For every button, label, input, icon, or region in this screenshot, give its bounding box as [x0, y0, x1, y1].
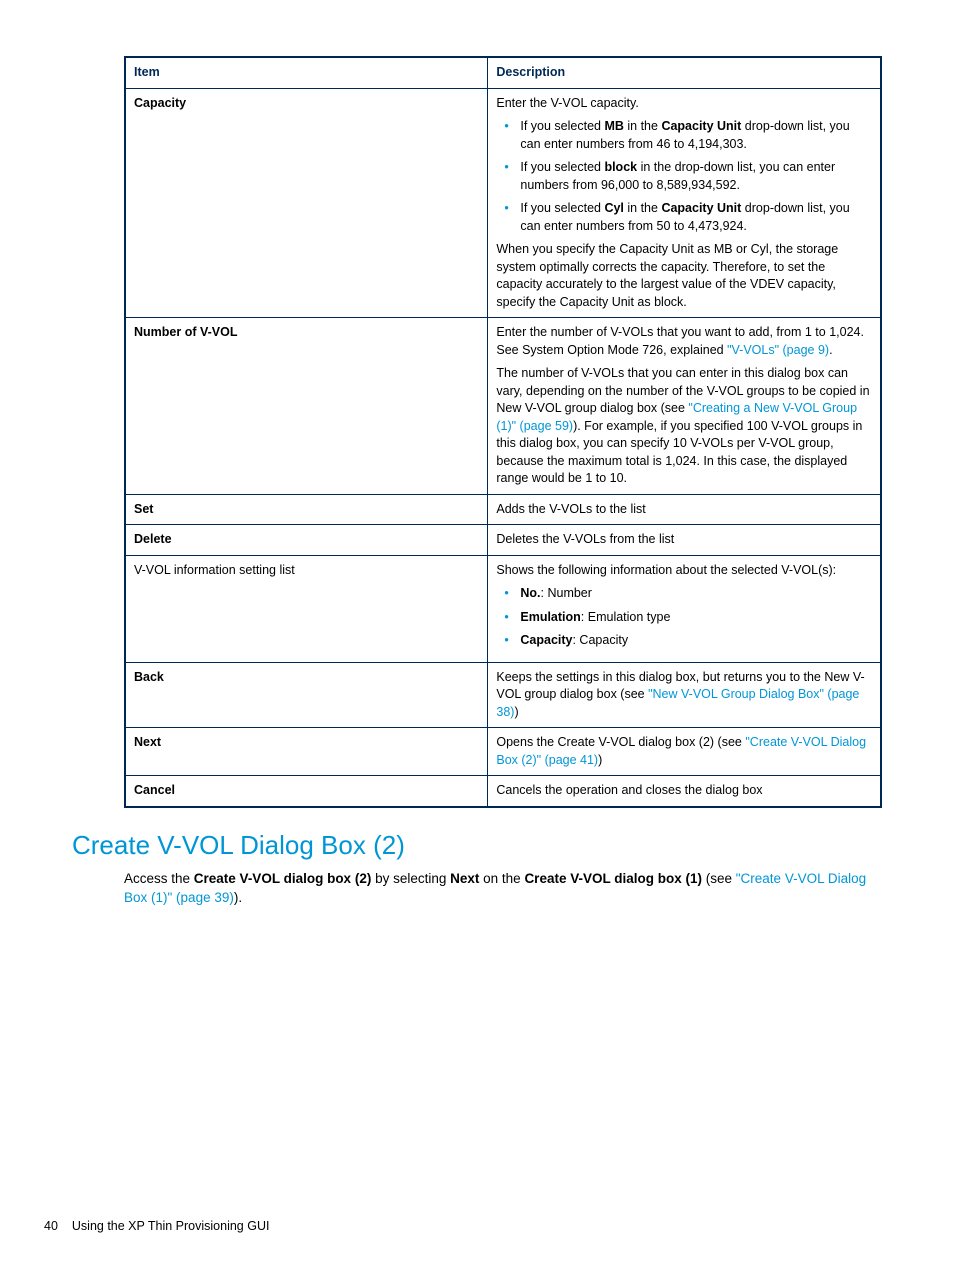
row-cancel-desc: Cancels the operation and closes the dia… — [488, 776, 881, 807]
row-delete-desc: Deletes the V-VOLs from the list — [488, 525, 881, 556]
text: When you specify the Capacity Unit as MB… — [496, 241, 872, 311]
list-item: Capacity: Capacity — [510, 632, 872, 650]
table-row: Capacity Enter the V-VOL capacity. If yo… — [125, 88, 881, 318]
link-vvols-page9[interactable]: "V-VOLs" (page 9) — [727, 343, 829, 357]
row-numvvol-item: Number of V-VOL — [125, 318, 488, 495]
page-footer: 40 Using the XP Thin Provisioning GUI — [44, 1219, 269, 1233]
row-back-item: Back — [125, 662, 488, 728]
row-vvolinfo-item: V-VOL information setting list — [125, 555, 488, 662]
table-row: Set Adds the V-VOLs to the list — [125, 494, 881, 525]
table-row: Next Opens the Create V-VOL dialog box (… — [125, 728, 881, 776]
section-heading-create-vvol-dialog-2: Create V-VOL Dialog Box (2) — [72, 830, 882, 861]
col-header-description: Description — [488, 57, 881, 88]
page-number: 40 — [44, 1219, 58, 1233]
col-header-item: Item — [125, 57, 488, 88]
row-delete-item: Delete — [125, 525, 488, 556]
table-row: Back Keeps the settings in this dialog b… — [125, 662, 881, 728]
list-item: No.: Number — [510, 585, 872, 603]
table-row: V-VOL information setting list Shows the… — [125, 555, 881, 662]
list-item: If you selected MB in the Capacity Unit … — [510, 118, 872, 153]
list-item: If you selected Cyl in the Capacity Unit… — [510, 200, 872, 235]
row-cancel-item: Cancel — [125, 776, 488, 807]
section-intro-paragraph: Access the Create V-VOL dialog box (2) b… — [124, 869, 882, 908]
text: Enter the V-VOL capacity. — [496, 95, 872, 113]
text: Shows the following information about th… — [496, 562, 872, 580]
row-capacity-desc: Enter the V-VOL capacity. If you selecte… — [488, 88, 881, 318]
row-next-item: Next — [125, 728, 488, 776]
row-vvolinfo-desc: Shows the following information about th… — [488, 555, 881, 662]
row-numvvol-desc: Enter the number of V-VOLs that you want… — [488, 318, 881, 495]
item-description-table: Item Description Capacity Enter the V-VO… — [124, 56, 882, 808]
list-item: If you selected block in the drop-down l… — [510, 159, 872, 194]
table-row: Number of V-VOL Enter the number of V-VO… — [125, 318, 881, 495]
row-capacity-item: Capacity — [125, 88, 488, 318]
row-next-desc: Opens the Create V-VOL dialog box (2) (s… — [488, 728, 881, 776]
footer-title: Using the XP Thin Provisioning GUI — [72, 1219, 270, 1233]
list-item: Emulation: Emulation type — [510, 609, 872, 627]
row-set-desc: Adds the V-VOLs to the list — [488, 494, 881, 525]
row-back-desc: Keeps the settings in this dialog box, b… — [488, 662, 881, 728]
table-row: Delete Deletes the V-VOLs from the list — [125, 525, 881, 556]
text: Enter the number of V-VOLs that you want… — [496, 324, 872, 359]
row-set-item: Set — [125, 494, 488, 525]
text: The number of V-VOLs that you can enter … — [496, 365, 872, 488]
table-row: Cancel Cancels the operation and closes … — [125, 776, 881, 807]
